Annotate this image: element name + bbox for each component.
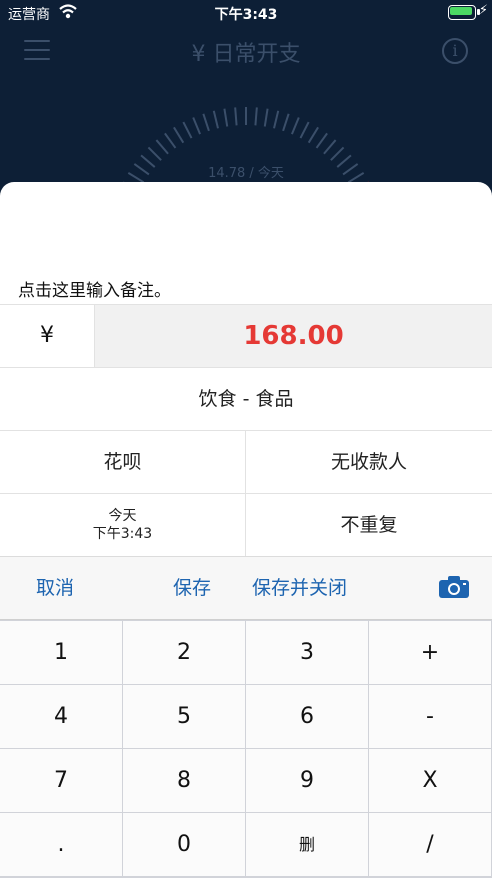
gauge-tick	[173, 126, 185, 144]
status-bar: 运营商 下午3:43 ⚡	[0, 0, 492, 26]
cancel-button[interactable]: 取消	[36, 557, 74, 620]
key-8[interactable]: 8	[123, 749, 245, 812]
number-keypad: 1 2 3 + 4 5 6 - 7 8 9 X . 0 删 /	[0, 620, 492, 878]
gauge-tick	[234, 107, 238, 126]
info-icon[interactable]: i	[442, 38, 468, 64]
memo-field[interactable]: 点击这里输入备注。	[0, 182, 492, 304]
gauge-tick	[223, 108, 229, 127]
gauge-tick	[182, 121, 193, 139]
save-and-close-button[interactable]: 保存并关闭	[252, 557, 347, 620]
gauge-tick	[290, 117, 300, 135]
app-header: ¥ 日常开支 i	[0, 26, 492, 76]
date-day: 今天	[108, 508, 137, 524]
payee-selector[interactable]: 无收款人	[246, 431, 492, 493]
save-button[interactable]: 保存	[173, 557, 211, 620]
memo-placeholder: 点击这里输入备注。	[18, 281, 171, 301]
gauge-tick	[202, 113, 210, 132]
status-time: 下午3:43	[214, 7, 278, 23]
key-7[interactable]: 7	[0, 749, 122, 812]
key-0[interactable]: 0	[123, 813, 245, 876]
gauge-tick	[164, 132, 177, 149]
gauge-tick	[155, 139, 169, 155]
key-5[interactable]: 5	[123, 685, 245, 748]
key-4[interactable]: 4	[0, 685, 122, 748]
gauge-tick	[192, 117, 202, 135]
gauge-tick	[263, 108, 269, 127]
page-title: ¥ 日常开支	[191, 42, 301, 67]
key-divide[interactable]: /	[369, 813, 491, 876]
gauge-tick	[254, 107, 258, 126]
date-time: 下午3:43	[92, 526, 153, 542]
key-decimal[interactable]: .	[0, 813, 122, 876]
charging-icon: ⚡	[478, 3, 488, 18]
key-9[interactable]: 9	[246, 749, 368, 812]
gauge-tick	[315, 132, 328, 149]
amount-value[interactable]: 168.00	[95, 305, 492, 367]
key-1[interactable]: 1	[0, 621, 122, 684]
key-2[interactable]: 2	[123, 621, 245, 684]
account-selector[interactable]: 花呗	[0, 431, 246, 493]
key-delete[interactable]: 删	[246, 813, 368, 876]
currency-button[interactable]: ¥	[0, 305, 95, 367]
gauge-tick	[323, 139, 337, 155]
gauge-tick	[282, 113, 290, 132]
key-multiply[interactable]: X	[369, 749, 491, 812]
date-selector[interactable]: 今天 下午3:43	[0, 494, 246, 556]
date-repeat-row: 今天 下午3:43 不重复	[0, 493, 492, 556]
gauge-tick	[212, 110, 219, 129]
camera-icon[interactable]	[438, 575, 470, 599]
gauge-label: 14.78 / 今天	[208, 166, 284, 181]
gauge-tick	[330, 146, 345, 161]
gauge-tick	[147, 146, 162, 161]
key-minus[interactable]: -	[369, 685, 491, 748]
key-plus[interactable]: +	[369, 621, 491, 684]
gauge-tick	[299, 121, 310, 139]
action-bar: 取消 保存 保存并关闭	[0, 556, 492, 620]
repeat-selector[interactable]: 不重复	[246, 494, 492, 556]
gauge-tick	[307, 126, 319, 144]
battery-icon	[448, 5, 482, 20]
account-payee-row: 花呗 无收款人	[0, 430, 492, 493]
category-selector[interactable]: 饮食 - 食品	[0, 367, 492, 430]
key-6[interactable]: 6	[246, 685, 368, 748]
key-3[interactable]: 3	[246, 621, 368, 684]
amount-row: ¥ 168.00	[0, 304, 492, 367]
entry-sheet: 点击这里输入备注。 ¥ 168.00 饮食 - 食品 花呗 无收款人 今天 下午…	[0, 182, 492, 878]
gauge-tick	[273, 110, 280, 129]
